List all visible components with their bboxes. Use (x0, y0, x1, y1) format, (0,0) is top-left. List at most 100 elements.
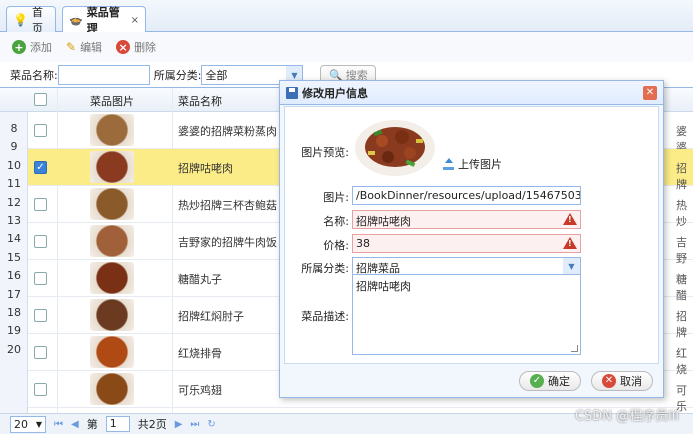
row-checkbox[interactable] (34, 309, 47, 322)
row-number: 12 (7, 195, 21, 209)
row-number: 13 (7, 214, 21, 227)
dish-name-cell: 吉野家的招牌牛肉饭 (178, 236, 277, 249)
row-checkbox[interactable] (34, 198, 47, 211)
row-number: 9 (10, 140, 18, 154)
description-label: 菜品描述: (301, 310, 349, 323)
price-label: 价格: (323, 239, 349, 252)
dish-name-input[interactable] (57, 65, 150, 85)
add-button-label: 添加 (30, 41, 52, 54)
row-checkbox[interactable] (34, 235, 47, 248)
row-number: 11 (7, 177, 21, 191)
row-checkbox[interactable] (34, 272, 47, 285)
row-checkbox[interactable] (34, 124, 47, 137)
first-page-icon[interactable]: ⏮ (54, 419, 63, 430)
category-label: 所属分类: (153, 69, 202, 82)
chevron-down-icon[interactable]: ▼ (563, 258, 580, 275)
row-checkbox[interactable] (34, 383, 47, 396)
name-label: 名称: (323, 215, 349, 228)
tab-dish-management[interactable]: 🍲 菜品管理 × (62, 6, 146, 35)
row-checkbox[interactable] (34, 346, 47, 359)
category-select-value: 全部 (205, 69, 228, 82)
ok-button-label: 确定 (548, 375, 570, 388)
row-number: 18 (7, 306, 21, 319)
dialog-form: 图片预览: 上传图片 图片: /BookDinner/resources/upl… (284, 106, 659, 364)
dish-name-cell: 红烧排骨 (178, 347, 222, 360)
row-number: 8 (10, 122, 18, 135)
row-number: 15 (7, 250, 21, 264)
delete-button[interactable]: × 删除 (116, 39, 156, 55)
dish-name-cell: 热炒招牌三杯杏鲍菇 (178, 199, 277, 212)
price-input-value: 38 (356, 237, 370, 250)
page-input[interactable]: 1 (105, 416, 130, 432)
upload-icon (443, 158, 454, 170)
image-path-input[interactable]: /BookDinner/resources/upload/15467503116 (352, 186, 581, 205)
dish-icon: 🍲 (69, 13, 83, 27)
dish-name-cell: 招牌红焖肘子 (178, 310, 244, 323)
save-icon (286, 86, 298, 99)
edit-dialog: 修改用户信息 ✕ 图片预览: 上传图片 图片: /BookDinner/reso… (279, 80, 664, 398)
last-page-icon[interactable]: ⏭ (190, 419, 199, 430)
select-all-checkbox[interactable] (34, 93, 47, 106)
tab-home-label: 首页 (31, 5, 43, 35)
cancel-button-label: 取消 (620, 375, 642, 388)
tab-home[interactable]: 💡 首页 (6, 6, 56, 35)
row-number: 10 (7, 158, 21, 172)
dialog-category-label: 所属分类: (301, 262, 349, 275)
price-input[interactable]: 38 ! (352, 234, 581, 253)
dish-name-cell: 可乐鸡翅 (178, 384, 222, 397)
delete-icon: × (116, 40, 131, 54)
page-prefix: 第 (86, 418, 98, 431)
tab-bar: 💡 首页 🍲 菜品管理 × (0, 0, 693, 35)
add-icon: + (12, 40, 26, 54)
pencil-icon: ✎ (66, 40, 77, 54)
ok-button[interactable]: ✓ 确定 (519, 371, 581, 391)
warning-icon: ! (563, 237, 577, 249)
dialog-close-button[interactable]: ✕ (643, 86, 657, 100)
dialog-title: 修改用户信息 (302, 86, 368, 100)
row-checkbox[interactable]: ✓ (34, 161, 47, 174)
watermark: CSDN @程序员lll (574, 409, 679, 424)
upload-image-button[interactable]: 上传图片 (443, 156, 502, 172)
delete-button-label: 删除 (134, 41, 157, 54)
cancel-icon: ✕ (602, 374, 616, 388)
upload-label: 上传图片 (458, 158, 502, 171)
dish-thumbnail (90, 299, 134, 331)
check-icon: ✓ (530, 374, 544, 388)
refresh-icon[interactable]: ↻ (207, 419, 215, 430)
dish-name-cell: 糖醋丸子 (178, 273, 222, 286)
dish-name-label: 菜品名称: (10, 69, 58, 82)
dish-name-cell: 招牌咕咾肉 (178, 162, 233, 175)
row-number: 20 (7, 342, 21, 356)
row-number: 16 (7, 269, 21, 283)
dish-preview-image (355, 120, 435, 176)
header-image: 菜品图片 (90, 95, 134, 108)
warning-icon: ! (563, 213, 577, 225)
edit-button-label: 编辑 (80, 41, 103, 54)
preview-label: 图片预览: (301, 146, 349, 159)
description-textarea[interactable]: 招牌咕咾肉 (352, 274, 581, 355)
prev-page-icon[interactable]: ◀ (71, 419, 79, 430)
cancel-button[interactable]: ✕ 取消 (591, 371, 653, 391)
dialog-header: 修改用户信息 (280, 81, 663, 105)
toolbar: + 添加 ✎ 编辑 × 删除 (0, 32, 693, 62)
dish-thumbnail (90, 188, 134, 220)
dish-thumbnail (90, 373, 134, 405)
add-button[interactable]: + 添加 (12, 39, 52, 55)
header-name: 菜品名称 (178, 95, 222, 108)
image-path-label: 图片: (323, 191, 349, 204)
next-page-icon[interactable]: ▶ (175, 419, 183, 430)
page-size-select[interactable]: 20 ▼ (10, 415, 46, 433)
row-number: 17 (7, 287, 21, 301)
resize-handle[interactable] (571, 345, 578, 352)
page-size-value: 20 (14, 417, 28, 431)
dish-thumbnail (90, 225, 134, 257)
description-value: 招牌咕咾肉 (356, 280, 411, 293)
dish-thumbnail (90, 114, 134, 146)
dish-thumbnail (90, 336, 134, 368)
name-input[interactable]: 招牌咕咾肉 ! (352, 210, 581, 229)
dish-name-cell: 婆婆的招牌菜粉蒸肉 (178, 125, 277, 138)
close-icon[interactable]: × (131, 15, 139, 26)
lightbulb-icon: 💡 (13, 12, 28, 27)
edit-button[interactable]: ✎ 编辑 (66, 39, 102, 55)
dish-thumbnail (90, 151, 134, 183)
